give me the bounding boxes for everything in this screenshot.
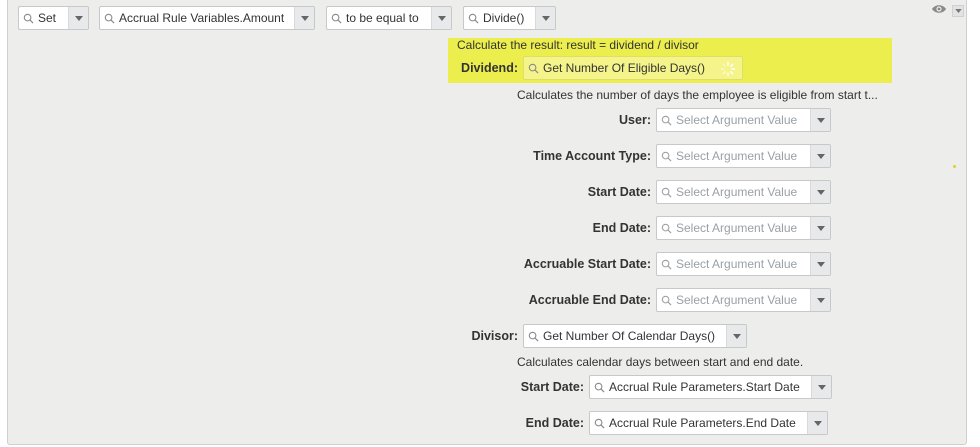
search-icon <box>464 7 480 29</box>
rule-expression-panel: Set Accrual Rule Variables.Amount to be … <box>7 0 967 445</box>
calendar-days-description: Calculates calendar days between start a… <box>517 355 804 369</box>
dividend-value: Get Number Of Eligible Days() <box>543 61 706 75</box>
arg-placeholder-accruable-end-date: Select Argument Value <box>676 293 798 307</box>
search-icon <box>590 412 606 434</box>
set-select-value: Set <box>38 11 57 25</box>
search-icon <box>657 109 673 131</box>
divisor-label: Divisor: <box>471 329 518 343</box>
divisor-value: Get Number Of Calendar Days() <box>543 329 716 343</box>
function-select[interactable]: Divide() <box>463 6 556 30</box>
calendar-arg-select-end-date[interactable]: Accrual Rule Parameters.End Date <box>589 411 828 435</box>
arg-placeholder-start-date: Select Argument Value <box>676 185 798 199</box>
operator-select[interactable]: to be equal to <box>326 6 452 30</box>
search-icon <box>100 7 116 29</box>
chevron-down-icon[interactable] <box>810 217 830 239</box>
chevron-down-icon[interactable] <box>535 7 555 29</box>
calendar-arg-value-end-date: Accrual Rule Parameters.End Date <box>609 416 796 430</box>
visibility-menu-button[interactable] <box>952 5 964 17</box>
arg-select-time-account-type[interactable]: Select Argument Value <box>656 144 831 168</box>
chevron-down-icon[interactable] <box>68 7 88 29</box>
calendar-arg-label-start-date: Start Date: <box>520 380 584 394</box>
search-icon <box>590 376 606 398</box>
chevron-down-icon <box>954 9 962 13</box>
indicator-dot <box>953 165 956 168</box>
chevron-down-icon[interactable] <box>294 7 314 29</box>
calendar-arg-label-end-date: End Date: <box>525 416 584 430</box>
arg-select-accruable-end-date[interactable]: Select Argument Value <box>656 288 831 312</box>
arg-label-accruable-end-date: Accruable End Date: <box>528 293 651 307</box>
chevron-down-icon[interactable] <box>726 325 746 347</box>
target-variable-select[interactable]: Accrual Rule Variables.Amount <box>99 6 315 30</box>
search-icon <box>657 145 673 167</box>
spinner-icon <box>720 61 736 77</box>
search-icon <box>657 217 673 239</box>
search-icon <box>524 57 540 79</box>
search-icon <box>524 325 540 347</box>
chevron-down-icon[interactable] <box>810 289 830 311</box>
chevron-down-icon[interactable] <box>807 412 827 434</box>
search-icon <box>327 7 343 29</box>
arg-label-accruable-start-date: Accruable Start Date: <box>523 257 651 271</box>
search-icon <box>19 7 35 29</box>
dividend-select[interactable]: Get Number Of Eligible Days() <box>523 56 743 80</box>
calendar-arg-value-start-date: Accrual Rule Parameters.Start Date <box>609 380 800 394</box>
search-icon <box>657 181 673 203</box>
search-icon <box>657 253 673 275</box>
arg-select-end-date[interactable]: Select Argument Value <box>656 216 831 240</box>
chevron-down-icon[interactable] <box>810 145 830 167</box>
arg-label-end-date: End Date: <box>592 221 651 235</box>
function-value: Divide() <box>483 11 525 25</box>
arg-label-time-account-type: Time Account Type: <box>533 149 651 163</box>
target-variable-value: Accrual Rule Variables.Amount <box>119 11 285 25</box>
chevron-down-icon[interactable] <box>431 7 451 29</box>
divide-description: Calculate the result: result = dividend … <box>457 38 699 52</box>
dividend-label: Dividend: <box>461 61 518 75</box>
divisor-select[interactable]: Get Number Of Calendar Days() <box>523 324 747 348</box>
search-icon <box>657 289 673 311</box>
arg-placeholder-end-date: Select Argument Value <box>676 221 798 235</box>
chevron-down-icon[interactable] <box>810 253 830 275</box>
arg-placeholder-accruable-start-date: Select Argument Value <box>676 257 798 271</box>
arg-select-user[interactable]: Select Argument Value <box>656 108 831 132</box>
calendar-arg-select-start-date[interactable]: Accrual Rule Parameters.Start Date <box>589 375 832 399</box>
chevron-down-icon[interactable] <box>810 181 830 203</box>
arg-select-accruable-start-date[interactable]: Select Argument Value <box>656 252 831 276</box>
arg-label-start-date: Start Date: <box>587 185 651 199</box>
arg-select-start-date[interactable]: Select Argument Value <box>656 180 831 204</box>
arg-label-user: User: <box>619 113 651 127</box>
eye-icon[interactable] <box>931 3 947 15</box>
chevron-down-icon[interactable] <box>810 109 830 131</box>
chevron-down-icon[interactable] <box>811 376 831 398</box>
operator-value: to be equal to <box>346 11 419 25</box>
arg-placeholder-time-account-type: Select Argument Value <box>676 149 798 163</box>
set-select[interactable]: Set <box>18 6 89 30</box>
eligible-days-description: Calculates the number of days the employ… <box>517 88 878 102</box>
arg-placeholder-user: Select Argument Value <box>676 113 798 127</box>
